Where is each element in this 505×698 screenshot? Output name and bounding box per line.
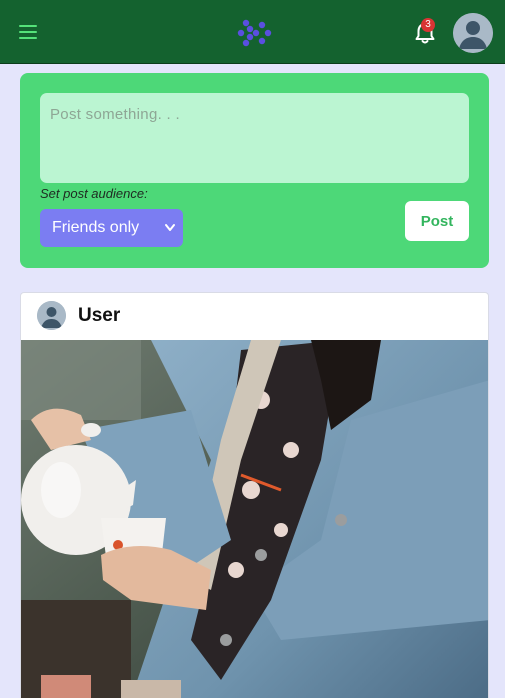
post-button[interactable]: Post: [405, 201, 469, 241]
post-text-input[interactable]: [40, 93, 469, 183]
hamburger-menu-icon[interactable]: [19, 25, 37, 39]
audience-select[interactable]: Friends only: [40, 209, 183, 247]
user-avatar-icon[interactable]: [453, 13, 493, 53]
notification-count-badge: 3: [421, 18, 435, 32]
post-author-avatar[interactable]: [37, 301, 66, 330]
top-navigation-bar: 3: [0, 0, 505, 64]
audience-label: Set post audience:: [40, 186, 148, 201]
audience-selected-value: Friends only: [52, 219, 140, 236]
app-logo-icon[interactable]: [236, 15, 272, 51]
post-header: User: [21, 293, 488, 339]
post-photo[interactable]: [21, 340, 489, 698]
post-author-name[interactable]: User: [78, 305, 120, 327]
chevron-down-icon: [165, 224, 175, 231]
post-composer: Set post audience: Friends only Post: [20, 73, 489, 268]
feed-post: User: [20, 292, 489, 698]
